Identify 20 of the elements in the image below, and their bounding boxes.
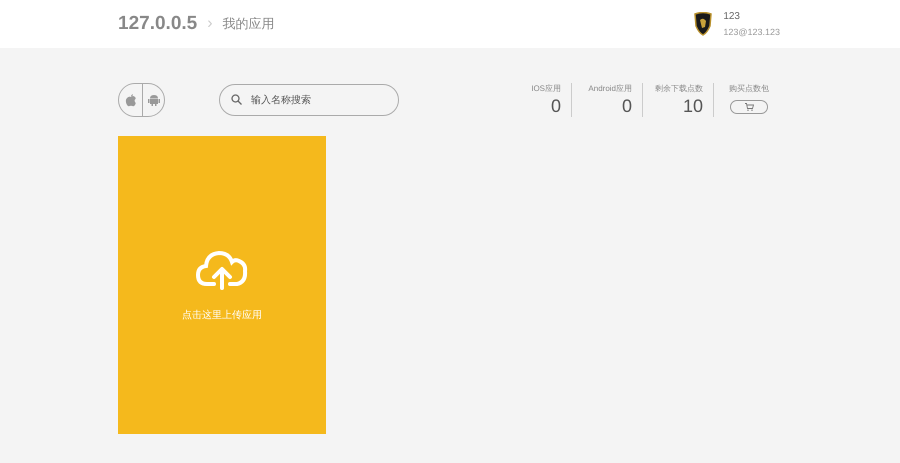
stat-label: 购买点数包 [729,83,769,94]
stat-label: 剩余下载点数 [655,83,703,94]
search-icon [231,94,242,105]
user-name: 123 [723,11,741,22]
search-field[interactable]: 输入名称搜索 [219,84,399,116]
stat-value: 10 [682,96,703,117]
cloud-upload-icon [195,248,249,290]
buy-cart-button[interactable] [730,100,768,114]
cart-icon [744,103,754,111]
stat-value: 0 [550,96,561,117]
breadcrumb-separator: › [207,15,213,33]
user-email: 123@123.123 [723,27,780,37]
shield-logo-icon [693,12,714,36]
apple-icon [124,94,136,106]
page-title: 我的应用 [222,15,275,33]
site-title[interactable]: 127.0.0.5 [118,13,198,35]
stat-value: 0 [622,96,632,117]
stat-label: IOS应用 [531,83,561,94]
android-icon [148,94,160,106]
stat-label: Android应用 [588,83,632,94]
